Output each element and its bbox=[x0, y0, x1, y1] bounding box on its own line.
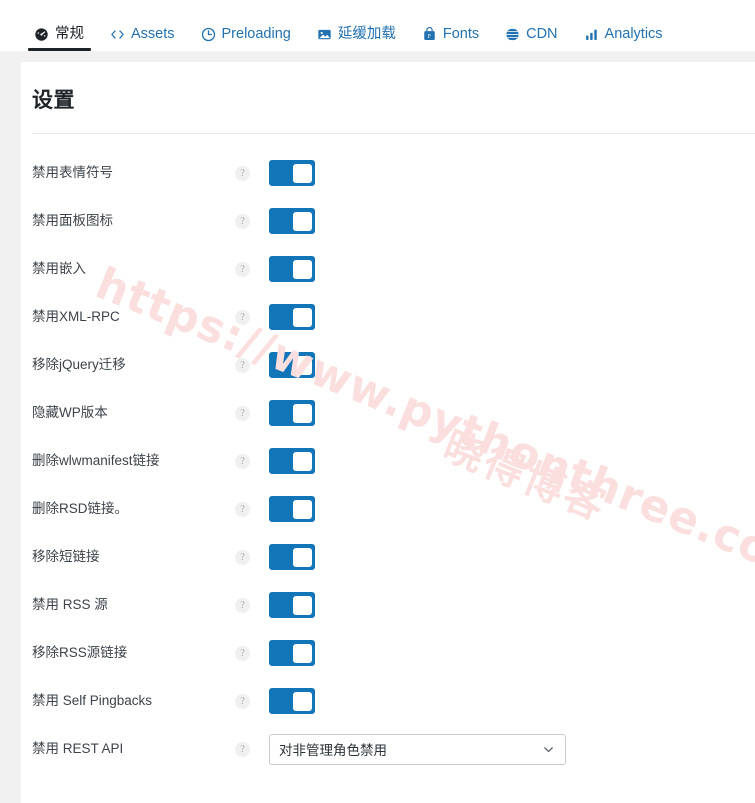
settings-list: 禁用表情符号? 禁用面板图标? 禁用嵌入? 禁用XML-RPC? 移除jQuery迁移?… bbox=[21, 134, 755, 773]
setting-label: 删除RSD链接。 bbox=[32, 501, 129, 517]
setting-row: 隐藏WP版本? bbox=[21, 389, 755, 437]
tab-analytics[interactable]: Analytics bbox=[571, 27, 676, 51]
toggle-knob bbox=[292, 451, 312, 471]
toggle-knob bbox=[292, 163, 312, 183]
help-icon[interactable]: ? bbox=[235, 693, 250, 709]
tab-bar: 常规 Assets Preloading 延缓加载 F Fonts CDN Analytics bbox=[0, 0, 755, 51]
setting-label: 禁用XML-RPC bbox=[32, 309, 120, 325]
svg-text:F: F bbox=[428, 33, 432, 40]
settings-card: 设置 禁用表情符号? 禁用面板图标? 禁用嵌入? 禁用XML-RPC? 移除jQuery… bbox=[21, 62, 755, 803]
tab-assets[interactable]: Assets bbox=[97, 27, 188, 51]
toggle-knob bbox=[292, 259, 312, 279]
tab-preloading[interactable]: Preloading bbox=[188, 27, 304, 51]
toggle-switch[interactable] bbox=[269, 544, 315, 570]
toggle-knob bbox=[292, 355, 312, 375]
tab-label: Fonts bbox=[442, 26, 480, 43]
background-gap bbox=[0, 51, 755, 62]
tab-常规[interactable]: 常规 bbox=[22, 27, 97, 51]
help-icon[interactable]: ? bbox=[235, 261, 250, 277]
help-icon[interactable]: ? bbox=[235, 453, 250, 469]
toggle-switch[interactable] bbox=[269, 448, 315, 474]
toggle-knob bbox=[292, 547, 312, 567]
setting-row: 移除jQuery迁移? bbox=[21, 341, 755, 389]
toggle-knob bbox=[292, 595, 312, 615]
help-icon[interactable]: ? bbox=[235, 645, 250, 661]
tab-label: Preloading bbox=[221, 26, 291, 43]
setting-row: 禁用 REST API? 对非管理角色禁用 bbox=[21, 725, 755, 773]
setting-row: 移除RSS源链接? bbox=[21, 629, 755, 677]
tab-延缓加载[interactable]: 延缓加载 bbox=[304, 27, 409, 51]
toggle-knob bbox=[292, 499, 312, 519]
setting-label: 删除wlwmanifest链接 bbox=[32, 453, 160, 469]
setting-label: 禁用嵌入 bbox=[32, 261, 86, 277]
setting-row: 移除短链接? bbox=[21, 533, 755, 581]
setting-row: 禁用表情符号? bbox=[21, 149, 755, 197]
rest-api-select[interactable]: 对非管理角色禁用 bbox=[269, 733, 566, 765]
code-icon bbox=[110, 27, 125, 42]
help-icon[interactable]: ? bbox=[235, 549, 250, 565]
tab-label: 常规 bbox=[55, 26, 84, 43]
setting-label: 禁用表情符号 bbox=[32, 165, 113, 181]
toggle-switch[interactable] bbox=[269, 640, 315, 666]
help-icon[interactable]: ? bbox=[235, 405, 250, 421]
setting-row: 禁用 RSS 源? bbox=[21, 581, 755, 629]
help-icon[interactable]: ? bbox=[235, 501, 250, 517]
toggle-switch[interactable] bbox=[269, 496, 315, 522]
setting-row: 禁用嵌入? bbox=[21, 245, 755, 293]
tab-label: Assets bbox=[131, 26, 175, 43]
toggle-switch[interactable] bbox=[269, 592, 315, 618]
toggle-knob bbox=[292, 307, 312, 327]
help-icon[interactable]: ? bbox=[235, 741, 250, 757]
setting-row: 删除RSD链接。? bbox=[21, 485, 755, 533]
toggle-switch[interactable] bbox=[269, 160, 315, 186]
setting-label: 禁用 Self Pingbacks bbox=[32, 693, 153, 709]
page-title: 设置 bbox=[32, 89, 75, 112]
setting-label: 禁用 REST API bbox=[32, 741, 124, 757]
clock-icon bbox=[201, 27, 216, 42]
setting-row: 删除wlwmanifest链接? bbox=[21, 437, 755, 485]
toggle-switch[interactable] bbox=[269, 304, 315, 330]
help-icon[interactable]: ? bbox=[235, 597, 250, 613]
setting-label: 移除jQuery迁移 bbox=[32, 357, 126, 373]
font-bag-icon: F bbox=[422, 27, 437, 42]
toggle-knob bbox=[292, 643, 312, 663]
setting-label: 禁用面板图标 bbox=[32, 213, 113, 229]
select-wrapper: 对非管理角色禁用 bbox=[269, 733, 566, 765]
help-icon[interactable]: ? bbox=[235, 309, 250, 325]
tab-label: 延缓加载 bbox=[337, 26, 396, 43]
setting-label: 隐藏WP版本 bbox=[32, 405, 108, 421]
toggle-switch[interactable] bbox=[269, 208, 315, 234]
toggle-knob bbox=[292, 211, 312, 231]
setting-row: 禁用面板图标? bbox=[21, 197, 755, 245]
gauge-icon bbox=[34, 27, 49, 42]
toggle-switch[interactable] bbox=[269, 352, 315, 378]
help-icon[interactable]: ? bbox=[235, 165, 250, 181]
toggle-switch[interactable] bbox=[269, 400, 315, 426]
toggle-switch[interactable] bbox=[269, 688, 315, 714]
setting-label: 禁用 RSS 源 bbox=[32, 597, 108, 613]
setting-label: 移除短链接 bbox=[32, 549, 100, 565]
toggle-knob bbox=[292, 691, 312, 711]
tab-fonts[interactable]: F Fonts bbox=[409, 27, 492, 51]
toggle-knob bbox=[292, 403, 312, 423]
help-icon[interactable]: ? bbox=[235, 357, 250, 373]
help-icon[interactable]: ? bbox=[235, 213, 250, 229]
toggle-switch[interactable] bbox=[269, 256, 315, 282]
globe-icon bbox=[505, 27, 521, 42]
image-icon bbox=[317, 27, 332, 42]
bar-chart-icon bbox=[584, 27, 599, 42]
tab-label: Analytics bbox=[604, 26, 663, 43]
setting-row: 禁用 Self Pingbacks? bbox=[21, 677, 755, 725]
tab-cdn[interactable]: CDN bbox=[492, 27, 570, 51]
setting-label: 移除RSS源链接 bbox=[32, 645, 128, 661]
tab-label: CDN bbox=[526, 26, 558, 43]
setting-row: 禁用XML-RPC? bbox=[21, 293, 755, 341]
